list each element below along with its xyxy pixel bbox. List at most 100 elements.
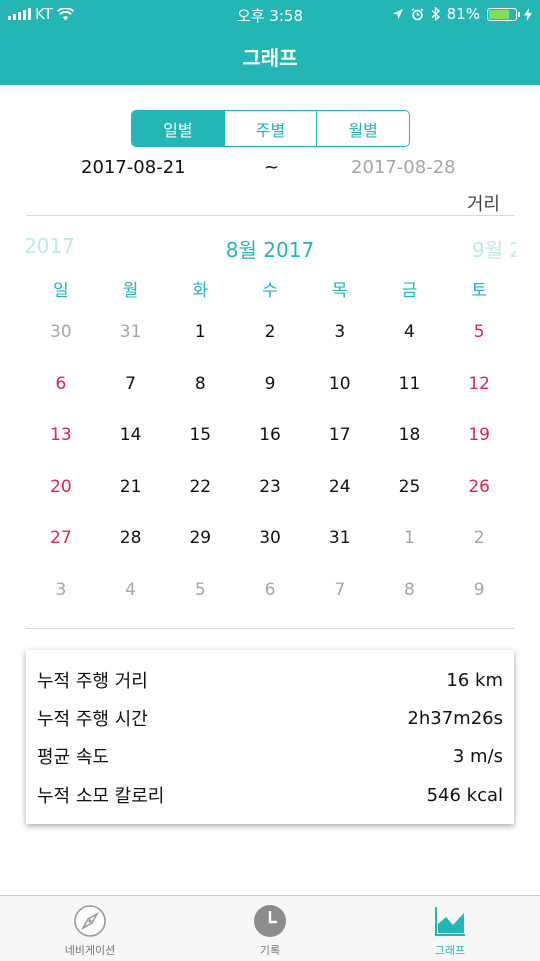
weekday-label: 금 — [401, 281, 418, 301]
calendar-day[interactable]: 19 — [444, 414, 514, 466]
calendar-grid: 30 31 1 2 3 4 5 6 7 8 9 10 11 12 13 14 15 16 17 18 19 20 21 22 2… — [26, 311, 514, 620]
calendar-day[interactable]: 29 — [165, 517, 235, 569]
tab-daily[interactable]: 일별 — [132, 111, 224, 146]
summary-row-distance: 누적 주행 거리 16 km — [37, 661, 503, 699]
calendar-day[interactable]: 20 — [26, 466, 96, 518]
calendar-day-other-month[interactable]: 7 — [305, 569, 375, 621]
summary-row-calories: 누적 소모 칼로리 546 kcal — [37, 776, 503, 814]
bluetooth-icon — [431, 7, 440, 21]
summary-row-speed: 평균 속도 3 m/s — [37, 737, 503, 775]
summary-value: 2h37m26s — [407, 707, 503, 729]
calendar-day-other-month[interactable]: 4 — [96, 569, 166, 621]
date-range-separator: ~ — [264, 157, 280, 178]
battery-icon — [487, 7, 520, 21]
calendar-day-other-month[interactable]: 8 — [375, 569, 445, 621]
calendar-day[interactable]: 13 — [26, 414, 96, 466]
summary-card: 누적 주행 거리 16 km 누적 주행 시간 2h37m26s 평균 속도 3… — [26, 650, 514, 824]
page-title: 그래프 — [242, 46, 298, 70]
summary-row-time: 누적 주행 시간 2h37m26s — [37, 699, 503, 737]
summary-value: 3 m/s — [452, 745, 503, 767]
calendar-day[interactable]: 10 — [305, 363, 375, 415]
calendar-day[interactable]: 25 — [375, 466, 445, 518]
summary-value: 16 km — [446, 669, 503, 691]
calendar-day[interactable]: 5 — [444, 311, 514, 363]
next-month-label[interactable]: 9월 2 — [472, 234, 516, 263]
clock-icon — [254, 905, 286, 937]
calendar-day[interactable]: 18 — [375, 414, 445, 466]
calendar-day[interactable]: 2 — [235, 311, 305, 363]
calendar-day[interactable]: 8 — [165, 363, 235, 415]
calendar-day[interactable]: 21 — [96, 466, 166, 518]
calendar-week-row: 30 31 1 2 3 4 5 — [26, 311, 514, 363]
weekday-label: 수 — [262, 281, 278, 301]
summary-label: 누적 주행 거리 — [37, 671, 148, 692]
calendar-day-other-month[interactable]: 31 — [96, 311, 166, 363]
summary-value: 546 kcal — [426, 784, 503, 806]
summary-label: 누적 소모 칼로리 — [37, 786, 165, 807]
calendar-day[interactable]: 17 — [305, 414, 375, 466]
divider-bottom — [26, 628, 514, 629]
battery-percent: 81% — [446, 5, 480, 23]
calendar-day[interactable]: 14 — [96, 414, 166, 466]
compass-icon — [74, 905, 106, 937]
calendar-day-other-month[interactable]: 9 — [444, 569, 514, 621]
calendar-day-other-month[interactable]: 1 — [375, 517, 445, 569]
calendar-day[interactable]: 31 — [305, 517, 375, 569]
calendar-day[interactable]: 23 — [235, 466, 305, 518]
divider-top — [26, 215, 514, 216]
calendar-day[interactable]: 3 — [305, 311, 375, 363]
alarm-icon — [411, 7, 424, 20]
weekday-label: 일 — [53, 281, 69, 301]
location-arrow-icon — [392, 9, 403, 19]
tab-graph[interactable]: 그래프 — [360, 896, 540, 961]
weekday-label: 목 — [331, 281, 348, 301]
summary-label: 누적 주행 시간 — [37, 709, 148, 730]
weekday-header: 일월화수목금토 — [26, 276, 514, 301]
calendar-day[interactable]: 27 — [26, 517, 96, 569]
calendar-day[interactable]: 9 — [235, 363, 305, 415]
calendar-week-row: 6 7 8 9 10 11 12 — [26, 363, 514, 415]
calendar-day-other-month[interactable]: 2 — [444, 517, 514, 569]
calendar-day[interactable]: 22 — [165, 466, 235, 518]
start-date[interactable]: 2017-08-21 — [81, 157, 186, 178]
calendar-week-row: 13 14 15 16 17 18 19 — [26, 414, 514, 466]
calendar-day[interactable]: 16 — [235, 414, 305, 466]
area-chart-icon — [435, 907, 465, 936]
metric-selector[interactable]: 거리 — [467, 190, 500, 216]
calendar-week-row: 20 21 22 23 24 25 26 — [26, 466, 514, 518]
calendar-day[interactable]: 30 — [235, 517, 305, 569]
status-bar: KT 오후 3:58 81% — [0, 0, 540, 28]
period-segmented-control: 일별 주별 월별 — [131, 110, 410, 147]
calendar-day[interactable]: 7 — [96, 363, 166, 415]
tab-navigation[interactable]: 네비게이션 — [0, 896, 180, 961]
current-month-label: 8월 2017 — [225, 238, 315, 262]
bottom-tab-bar: 네비게이션 기록 그래프 — [0, 895, 540, 961]
calendar-day-other-month[interactable]: 6 — [235, 569, 305, 621]
calendar-day-other-month[interactable]: 5 — [165, 569, 235, 621]
app-header: KT 오후 3:58 81% 그래프 — [0, 0, 540, 85]
end-date[interactable]: 2017-08-28 — [351, 157, 456, 178]
tab-monthly[interactable]: 월별 — [316, 111, 409, 146]
calendar-week-row: 3456789 — [26, 569, 514, 621]
calendar-day[interactable]: 28 — [96, 517, 166, 569]
tab-label: 네비게이션 — [64, 944, 116, 957]
tab-records[interactable]: 기록 — [180, 896, 360, 961]
calendar-day[interactable]: 1 — [165, 311, 235, 363]
calendar-day[interactable]: 24 — [305, 466, 375, 518]
calendar-day[interactable]: 11 — [375, 363, 445, 415]
weekday-label: 토 — [471, 281, 487, 301]
calendar-day-other-month[interactable]: 3 — [26, 569, 96, 621]
weekday-label: 화 — [192, 281, 209, 301]
calendar-day[interactable]: 26 — [444, 466, 514, 518]
charging-bolt-icon — [524, 7, 532, 21]
weekday-label: 월 — [122, 281, 139, 301]
calendar-day[interactable]: 6 — [26, 363, 96, 415]
calendar-day[interactable]: 4 — [375, 311, 445, 363]
calendar-day[interactable]: 15 — [165, 414, 235, 466]
tab-label: 기록 — [259, 944, 281, 957]
tab-label: 그래프 — [434, 944, 466, 957]
tab-weekly[interactable]: 주별 — [223, 111, 317, 146]
calendar-day-other-month[interactable]: 30 — [26, 311, 96, 363]
calendar-week-row: 27 28 29 30 31 1 2 — [26, 517, 514, 569]
calendar-day[interactable]: 12 — [444, 363, 514, 415]
